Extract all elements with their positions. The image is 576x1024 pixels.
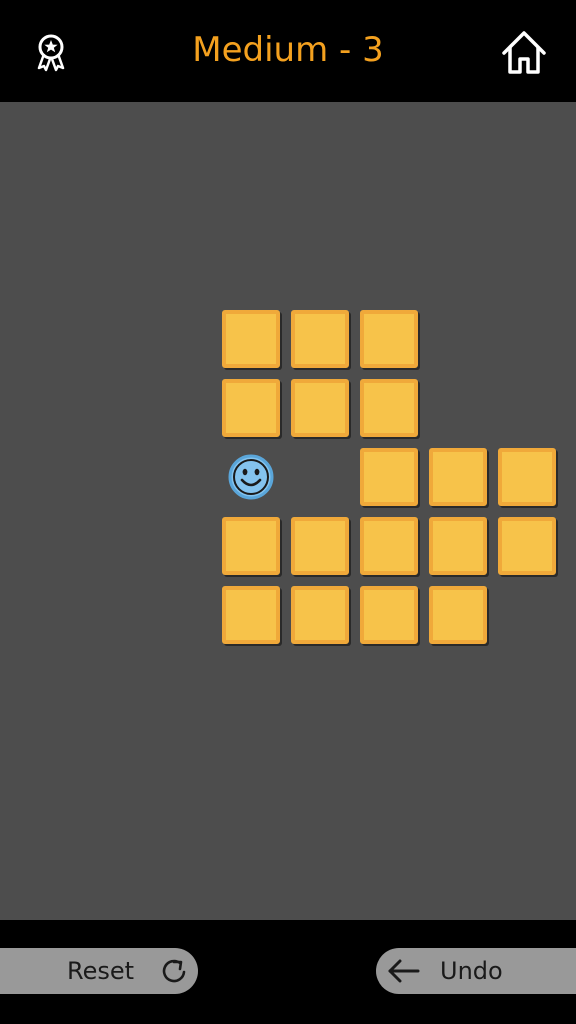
floor-tile[interactable] xyxy=(291,310,349,368)
reset-label: Reset xyxy=(67,957,135,985)
floor-tile[interactable] xyxy=(498,448,556,506)
floor-tile[interactable] xyxy=(360,517,418,575)
home-icon xyxy=(502,31,546,74)
floor-tile[interactable] xyxy=(429,517,487,575)
floor-tile[interactable] xyxy=(498,517,556,575)
floor-tile[interactable] xyxy=(360,379,418,437)
game-board xyxy=(0,102,576,920)
arrow-left-icon xyxy=(388,959,420,983)
floor-tile[interactable] xyxy=(222,310,280,368)
floor-tile[interactable] xyxy=(291,586,349,644)
smiley-face-icon xyxy=(228,454,274,500)
undo-label: Undo xyxy=(440,957,503,985)
floor-tile[interactable] xyxy=(429,586,487,644)
floor-tile[interactable] xyxy=(429,448,487,506)
reset-button[interactable]: Reset xyxy=(0,948,198,994)
floor-tile[interactable] xyxy=(222,586,280,644)
home-button[interactable] xyxy=(494,22,554,82)
refresh-icon xyxy=(162,959,186,983)
floor-tile[interactable] xyxy=(291,517,349,575)
floor-tile[interactable] xyxy=(360,586,418,644)
floor-tile[interactable] xyxy=(360,448,418,506)
undo-button[interactable]: Undo xyxy=(376,948,576,994)
player-smiley[interactable] xyxy=(227,453,275,505)
floor-tile[interactable] xyxy=(222,517,280,575)
tile-grid xyxy=(0,102,576,920)
top-bar: Medium - 3 xyxy=(0,0,576,102)
floor-tile[interactable] xyxy=(291,379,349,437)
floor-tile[interactable] xyxy=(222,379,280,437)
level-title: Medium - 3 xyxy=(192,30,384,70)
floor-tile[interactable] xyxy=(360,310,418,368)
